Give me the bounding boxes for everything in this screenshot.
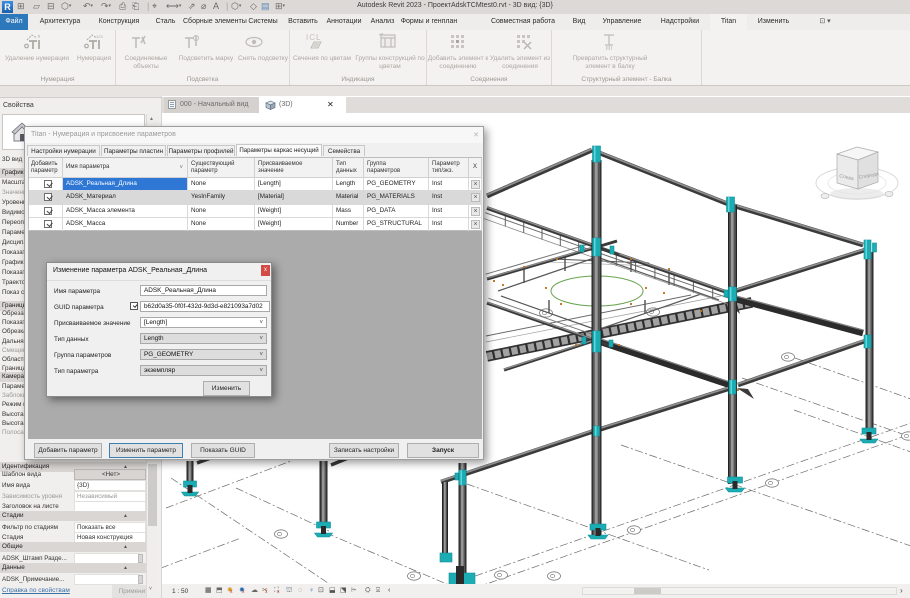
svg-text:123: 123 (96, 34, 103, 39)
svg-text:✕: ✕ (37, 34, 41, 39)
